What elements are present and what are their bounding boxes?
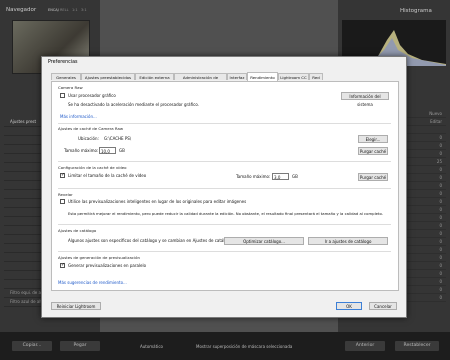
status-auto[interactable]: Automático (140, 344, 163, 349)
use-gpu-checkbox[interactable] (60, 93, 65, 98)
raw-cache-section: Ajustes de caché de Camera Raw Ubicación… (58, 125, 391, 162)
section-title: Ajustes de catálogo (58, 228, 97, 233)
tab-interface[interactable]: Interfaz (227, 73, 247, 80)
catalog-section: Ajustes de catálogo Algunos ajustes son … (58, 227, 391, 252)
section-title: Camera Raw (58, 85, 83, 90)
section-title: Ajustes de caché de Camera Raw (58, 126, 124, 131)
catalog-note: Algunos ajustes son específicos del catá… (68, 238, 234, 243)
video-cache-section: Configuración de la caché de vídeo Limit… (58, 164, 391, 189)
previous-button[interactable]: Anterior (345, 341, 385, 351)
video-cache-unit: GB (292, 174, 298, 179)
purge-video-cache-button[interactable]: Purgar caché (358, 173, 388, 181)
performance-panel: Camera Raw Usar procesador gráfico Infor… (51, 81, 399, 291)
reset-button[interactable]: Restablecer (395, 341, 439, 351)
more-performance-tips-link[interactable]: Más sugerencias de rendimiento... (58, 280, 127, 285)
cache-location-label: Ubicación: (78, 136, 99, 141)
copy-button[interactable]: Copiar... (12, 341, 52, 351)
mask-overlay-toggle[interactable]: Mostrar superposición de máscara selecci… (196, 344, 292, 349)
video-cache-max-label: Tamaño máximo: (236, 174, 271, 179)
zoom-1-1[interactable]: 1:1 (72, 8, 78, 12)
ok-button[interactable]: OK (336, 302, 362, 310)
raw-cache-max-label: Tamaño máximo: (64, 148, 99, 153)
section-title: Ajustes de generación de previsualizació… (58, 255, 140, 260)
use-gpu-label: Usar procesador gráfico (68, 93, 116, 98)
tab-external-edit[interactable]: Edición externa (135, 73, 174, 80)
navigator-header[interactable]: Navegador ENCAJ RELL 1:1 3:1 (0, 6, 100, 16)
tab-file-management[interactable]: Administración de archivos (174, 73, 227, 87)
tab-generales[interactable]: Generales (51, 73, 81, 80)
limit-video-cache-label: Limitar el tamaño de la caché de vídeo (68, 173, 147, 178)
zoom-fill[interactable]: RELL (60, 8, 69, 12)
purge-raw-cache-button[interactable]: Purgar caché (358, 147, 388, 155)
section-title: Configuración de la caché de vídeo (58, 165, 127, 170)
histogram-title: Histograma (400, 8, 432, 14)
cancel-button[interactable]: Cancelar (369, 302, 397, 310)
raw-cache-size-input[interactable]: 10,0 (99, 147, 116, 154)
gpu-note: Se ha desactivado la aceleración mediant… (68, 102, 199, 107)
preferences-dialog: Preferencias Generales Ajustes preestabl… (41, 56, 407, 318)
smart-previews-label: Utilice las previsualizaciones inteligen… (68, 199, 247, 204)
tab-performance[interactable]: Rendimiento (247, 72, 278, 81)
paste-button[interactable]: Pegar (60, 341, 100, 351)
system-info-button[interactable]: Información del sistema (341, 92, 389, 107)
restart-lightroom-button[interactable]: Reiniciar Lightroom (51, 302, 101, 310)
more-info-link[interactable]: Más información... (60, 114, 97, 119)
optimize-catalog-button[interactable]: Optimizar catálogo... (224, 237, 304, 245)
tab-network[interactable]: Red (309, 73, 323, 80)
parallel-previews-checkbox[interactable] (60, 262, 65, 268)
choose-location-button[interactable]: Elegir... (358, 135, 388, 143)
tab-lightroom-cc[interactable]: Lightroom CC (278, 73, 309, 80)
video-cache-size-input[interactable]: 3,0 (272, 173, 289, 180)
section-title: Revelar (58, 192, 73, 197)
limit-video-cache-checkbox[interactable] (60, 172, 65, 178)
parallel-previews-label: Generar previsualizaciones en paralelo (68, 263, 147, 268)
preview-generation-section: Ajustes de generación de previsualizació… (58, 254, 391, 274)
smart-previews-note: Esta permitirá mejorar el rendimiento, p… (68, 211, 383, 216)
cache-location-value: G:\CACHE PS\ (104, 136, 132, 141)
camera-raw-section: Camera Raw Usar procesador gráfico Infor… (58, 85, 391, 124)
tab-presets[interactable]: Ajustes preestablecidos (81, 73, 135, 80)
navigator-title: Navegador (6, 7, 37, 13)
develop-section: Revelar Utilice las previsualizaciones i… (58, 191, 391, 225)
smart-previews-checkbox[interactable] (60, 199, 65, 204)
zoom-fit[interactable]: ENCAJ (48, 8, 59, 12)
zoom-3-1[interactable]: 3:1 (81, 8, 87, 12)
dialog-title: Preferencias (48, 60, 78, 65)
raw-cache-unit: GB (119, 148, 125, 153)
go-to-catalog-settings-button[interactable]: Ir a ajustes de catálogo (308, 237, 388, 245)
